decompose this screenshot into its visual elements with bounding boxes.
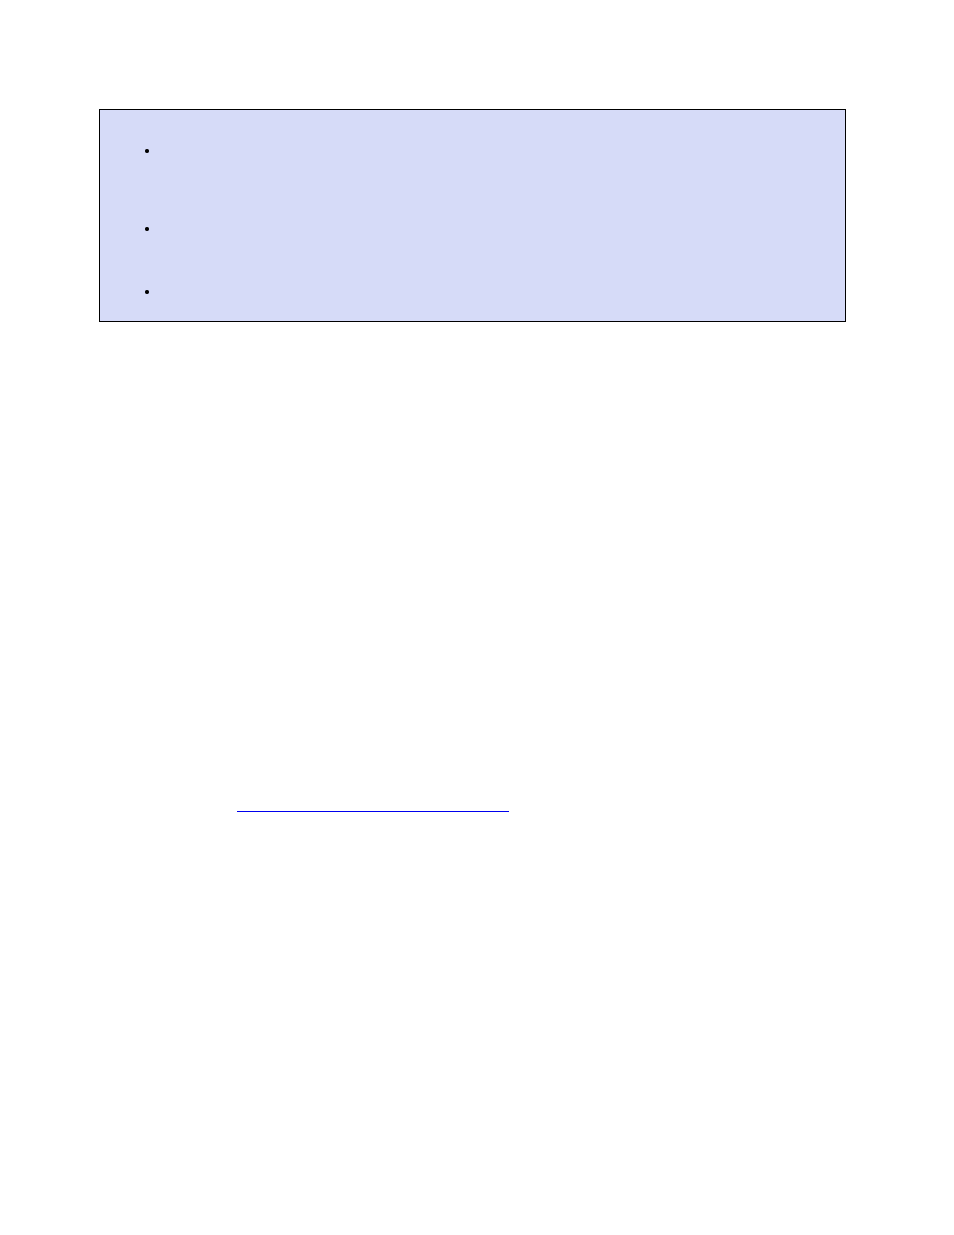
highlight-box xyxy=(99,109,846,322)
bullet-item xyxy=(160,220,825,238)
document-page xyxy=(0,0,954,1235)
bullet-item xyxy=(160,142,825,160)
hyperlink-underline[interactable] xyxy=(237,811,509,812)
bullet-list xyxy=(160,142,825,301)
bullet-item xyxy=(160,283,825,301)
